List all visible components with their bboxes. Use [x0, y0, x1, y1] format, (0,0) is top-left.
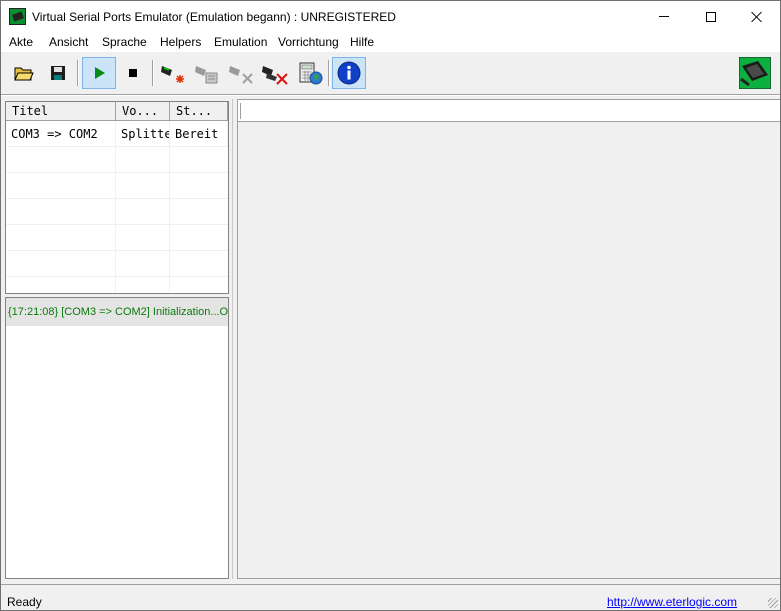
- empty-row: [6, 225, 228, 251]
- app-icon: [9, 8, 26, 25]
- about-button[interactable]: [332, 57, 366, 89]
- menu-sprache[interactable]: Sprache: [102, 35, 147, 49]
- toolbar-separator: [328, 60, 329, 86]
- menu-vorrichtung[interactable]: Vorrichtung: [278, 35, 339, 49]
- save-button[interactable]: [41, 57, 75, 89]
- device-type-cell: Splitter: [116, 121, 170, 147]
- resize-grip[interactable]: [768, 598, 778, 608]
- status-text: Ready: [7, 595, 42, 609]
- empty-row: [6, 251, 228, 277]
- menu-helpers[interactable]: Helpers: [160, 35, 201, 49]
- device-status-cell: Bereit: [170, 121, 228, 147]
- delete-device-button[interactable]: [258, 57, 292, 89]
- device-list[interactable]: Titel Vo... St... COM3 => COM2 Splitter …: [5, 101, 229, 294]
- empty-row: [6, 199, 228, 225]
- menu-hilfe[interactable]: Hilfe: [350, 35, 374, 49]
- toolbar-border: [1, 94, 780, 96]
- play-icon: [95, 67, 105, 79]
- column-header-title[interactable]: Titel: [6, 102, 116, 120]
- log-line: {17:21:08} [COM3 => COM2] Initialization…: [6, 298, 228, 326]
- disconnect-device-button[interactable]: [224, 57, 258, 89]
- menu-bar: Akte Ansicht Sprache Helpers Emulation V…: [1, 32, 780, 52]
- maximize-button[interactable]: [688, 1, 734, 32]
- splitter-line: [232, 99, 233, 579]
- column-header-status[interactable]: St...: [170, 102, 228, 120]
- status-bar: Ready http://www.eterlogic.com: [1, 584, 780, 610]
- detail-pane[interactable]: [237, 99, 780, 579]
- title-bar[interactable]: Virtual Serial Ports Emulator (Emulation…: [1, 1, 780, 32]
- disconnect-device-icon: [229, 66, 253, 84]
- main-window: Virtual Serial Ports Emulator (Emulation…: [0, 0, 781, 611]
- info-icon: [337, 61, 361, 85]
- website-link[interactable]: http://www.eterlogic.com: [607, 595, 737, 609]
- window-title: Virtual Serial Ports Emulator (Emulation…: [32, 10, 396, 24]
- toolbar: [1, 52, 780, 94]
- device-row[interactable]: COM3 => COM2 Splitter Bereit: [6, 121, 228, 147]
- serial-connector-logo-icon: [739, 57, 771, 89]
- empty-row: [6, 147, 228, 173]
- empty-row: [6, 173, 228, 199]
- minimize-icon: [659, 16, 669, 17]
- menu-akte[interactable]: Akte: [9, 35, 33, 49]
- new-device-button[interactable]: [156, 57, 190, 89]
- column-header-type[interactable]: Vo...: [116, 102, 170, 120]
- delete-device-icon: [262, 66, 288, 85]
- log-panel[interactable]: {17:21:08} [COM3 => COM2] Initialization…: [5, 297, 229, 579]
- header-separator: [240, 103, 241, 119]
- close-button[interactable]: [734, 1, 780, 32]
- calculator-globe-icon: [299, 62, 323, 85]
- toolbar-separator: [77, 60, 78, 86]
- device-list-header: Titel Vo... St...: [6, 102, 228, 121]
- edit-device-icon: [195, 66, 218, 84]
- minimize-button[interactable]: [641, 1, 687, 32]
- detail-pane-header: [238, 100, 780, 122]
- app-logo: [738, 57, 772, 89]
- maximize-icon: [706, 11, 716, 22]
- menu-ansicht[interactable]: Ansicht: [49, 35, 88, 49]
- empty-row: [6, 277, 228, 293]
- open-folder-icon: [14, 67, 34, 81]
- close-icon: [751, 11, 763, 23]
- new-device-icon: [161, 66, 184, 83]
- open-button[interactable]: [7, 57, 41, 89]
- menu-emulation[interactable]: Emulation: [214, 35, 267, 49]
- stop-icon: [129, 69, 137, 77]
- calculator-button[interactable]: [293, 57, 327, 89]
- start-emulation-button[interactable]: [82, 57, 116, 89]
- stop-emulation-button[interactable]: [116, 57, 150, 89]
- device-title-cell: COM3 => COM2: [6, 121, 116, 147]
- save-disk-icon: [51, 66, 65, 80]
- toolbar-separator: [152, 60, 153, 86]
- edit-device-button[interactable]: [190, 57, 224, 89]
